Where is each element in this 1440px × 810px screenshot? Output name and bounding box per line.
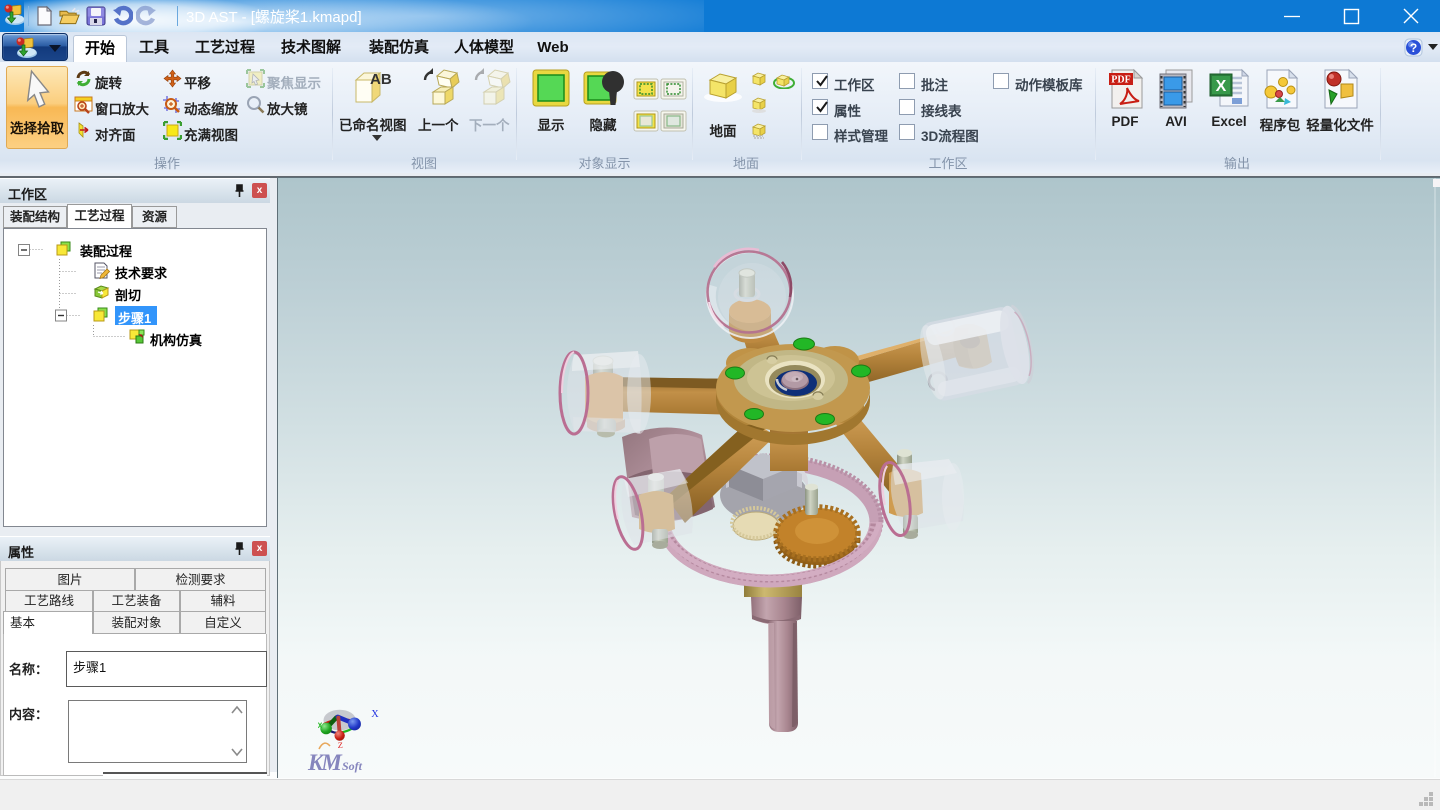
svg-text:X: X <box>1216 78 1227 95</box>
svg-text:Z: Z <box>338 741 343 750</box>
svg-text:AB: AB <box>370 71 392 88</box>
svg-text:?: ? <box>1410 41 1417 55</box>
svg-text:KM: KM <box>307 750 343 775</box>
svg-text:X: X <box>371 709 379 720</box>
svg-text:Soft: Soft <box>342 759 363 773</box>
svg-text:PDF: PDF <box>1111 75 1130 86</box>
